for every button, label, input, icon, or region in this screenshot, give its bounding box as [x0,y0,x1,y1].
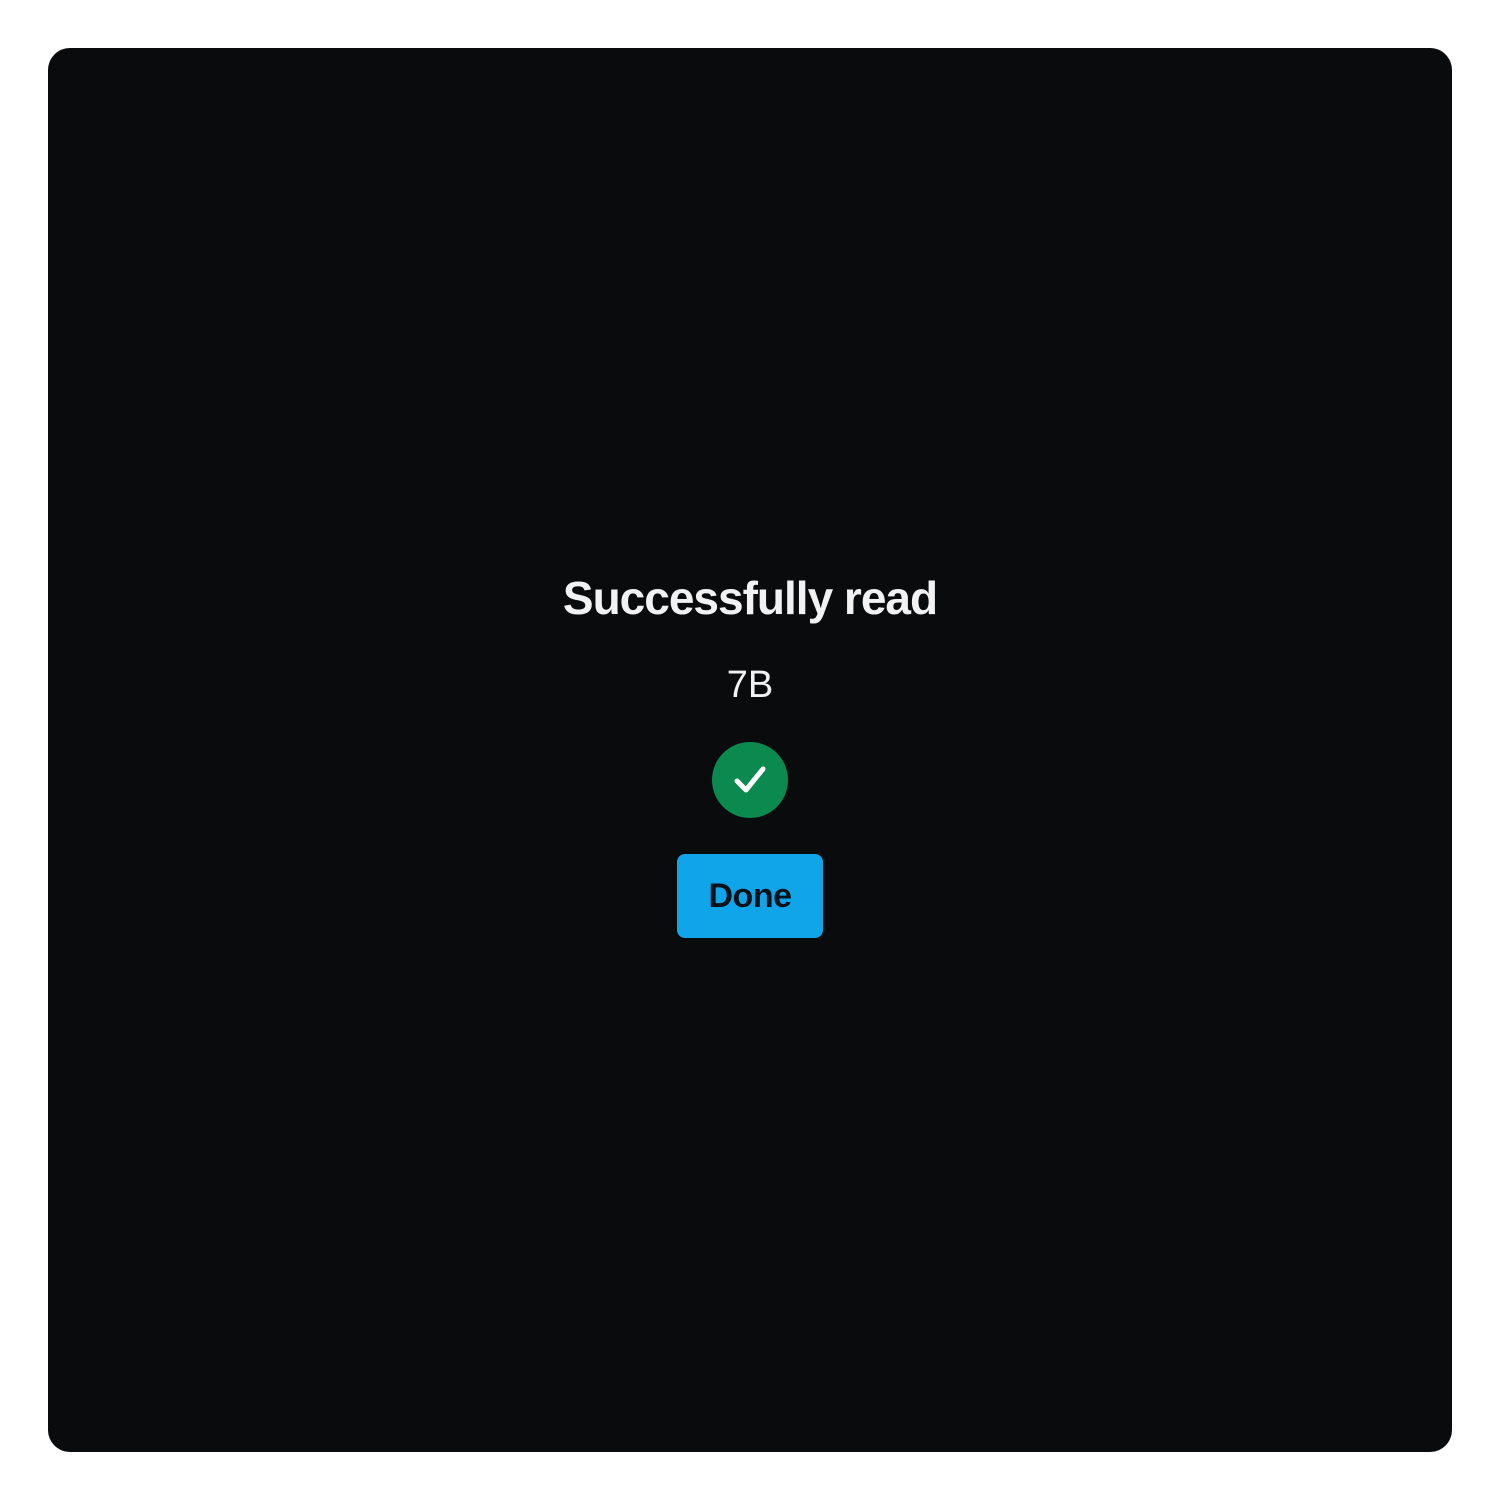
check-circle-icon [712,742,788,818]
dialog-content: Successfully read 7B Done [48,48,1452,1452]
checkmark-icon [734,766,766,793]
dialog-panel: Successfully read 7B Done [48,48,1452,1452]
read-size-text: 7B [726,664,774,706]
done-button[interactable]: Done [677,854,823,938]
dialog-title: Successfully read [562,572,938,624]
